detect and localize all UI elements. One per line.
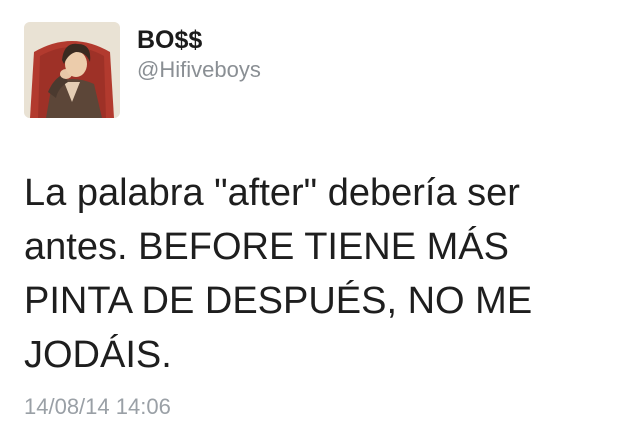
tweet-text-line: PINTA DE DESPUÉS, NO ME [24,280,533,322]
avatar-photo-icon [24,22,120,118]
tweet-text-line: antes. BEFORE TIENE MÁS [24,226,510,268]
tweet-card: BO$$ @Hifiveboys La palabra "after" debe… [0,0,640,439]
tweet-text-line: La palabra "after" debería ser [24,172,520,214]
profile-avatar[interactable] [24,22,120,118]
author-handle[interactable]: @Hifiveboys [137,56,261,84]
tweet-text-line: JODÁIS. [24,334,172,376]
author-display-name[interactable]: BO$$ [137,25,202,55]
tweet-timestamp[interactable]: 14/08/14 14:06 [24,393,171,421]
tweet-body: La palabra "after" debería ser antes. BE… [24,166,624,382]
